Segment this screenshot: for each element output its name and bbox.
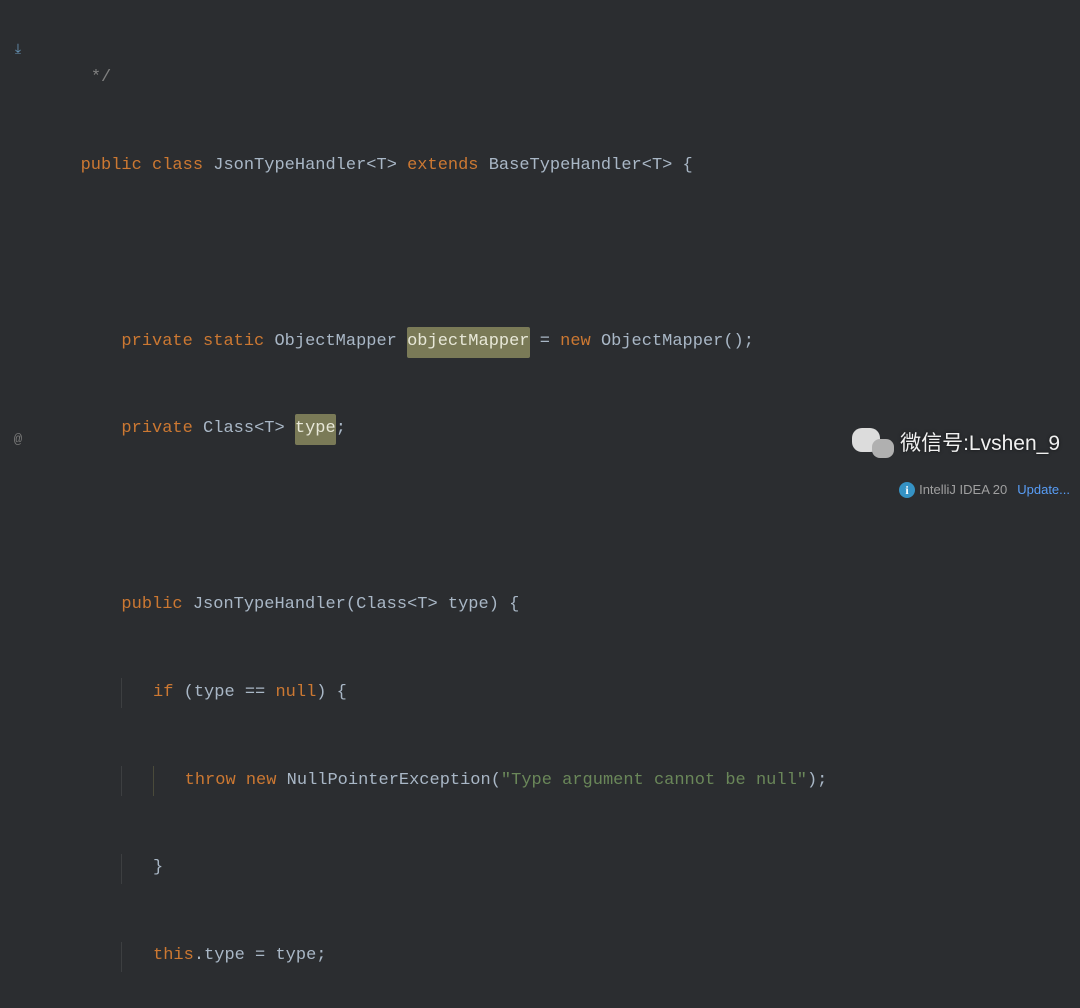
watermark-label: 微信号 [900,426,963,462]
line-if: if (type == null) { [50,678,1080,708]
info-icon: i [899,482,915,498]
gutter: ⤓ @ [0,0,36,504]
override-icon[interactable]: @ [0,426,36,456]
line-throw: throw new NullPointerException("Type arg… [50,766,1080,796]
gutter-blank-0 [0,6,36,36]
status-product[interactable]: i IntelliJ IDEA 20 [899,479,1007,501]
watermark-value: Lvshen_9 [969,426,1060,462]
line-ctor: public JsonTypeHandler(Class<T> type) { [50,590,1080,620]
comment-close: */ [91,64,111,93]
line-assign: this.type = type; [50,942,1080,972]
highlight-objectmapper: objectMapper [407,327,529,358]
line-brace-close-if: } [50,854,1080,884]
status-update[interactable]: Update... [1017,479,1070,501]
statusbar: i IntelliJ IDEA 20 Update... [899,476,1070,504]
line-field-objectmapper: private static ObjectMapper objectMapper… [50,327,1080,357]
highlight-type: type [295,414,336,445]
wechat-icon [852,426,896,462]
implements-icon[interactable]: ⤓ [0,36,36,66]
line-class-decl: public class JsonTypeHandler<T> extends … [50,152,1080,182]
watermark: 微信号: Lvshen_9 [852,426,1060,462]
